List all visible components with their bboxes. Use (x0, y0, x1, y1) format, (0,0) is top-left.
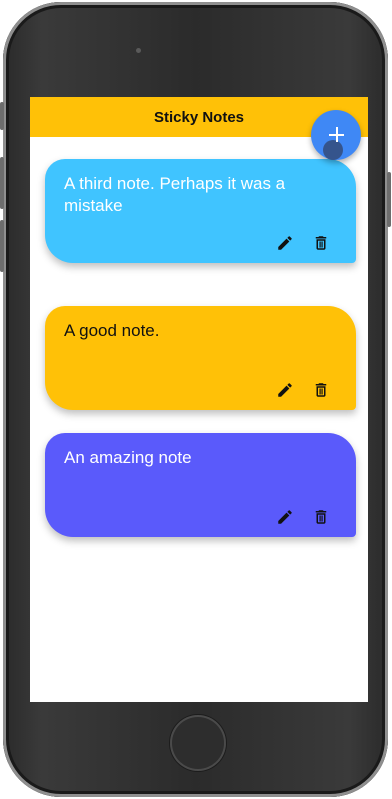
app-screen: Sticky Notes A third note. Perhaps it wa… (30, 97, 368, 702)
note-actions (275, 233, 331, 253)
note-text: An amazing note (64, 448, 192, 467)
note-text: A good note. (64, 321, 160, 340)
power-button (387, 172, 391, 227)
note-card[interactable]: A third note. Perhaps it was a mistake (45, 159, 356, 263)
pencil-icon[interactable] (275, 507, 295, 527)
note-actions (275, 507, 331, 527)
pencil-icon[interactable] (275, 380, 295, 400)
add-note-button[interactable] (311, 110, 361, 160)
front-camera (136, 48, 141, 53)
note-text: A third note. Perhaps it was a mistake (64, 174, 286, 215)
note-card[interactable]: A good note. (45, 306, 356, 410)
pencil-icon[interactable] (275, 233, 295, 253)
volume-up-button (0, 157, 4, 209)
app-title: Sticky Notes (153, 108, 245, 126)
trash-icon[interactable] (311, 233, 331, 253)
note-actions (275, 380, 331, 400)
home-button[interactable] (170, 715, 226, 771)
note-card[interactable]: An amazing note (45, 433, 356, 537)
mute-switch (0, 102, 4, 130)
volume-down-button (0, 220, 4, 272)
touch-ripple (323, 140, 343, 160)
phone-frame: Sticky Notes A third note. Perhaps it wa… (0, 2, 391, 797)
trash-icon[interactable] (311, 380, 331, 400)
trash-icon[interactable] (311, 507, 331, 527)
